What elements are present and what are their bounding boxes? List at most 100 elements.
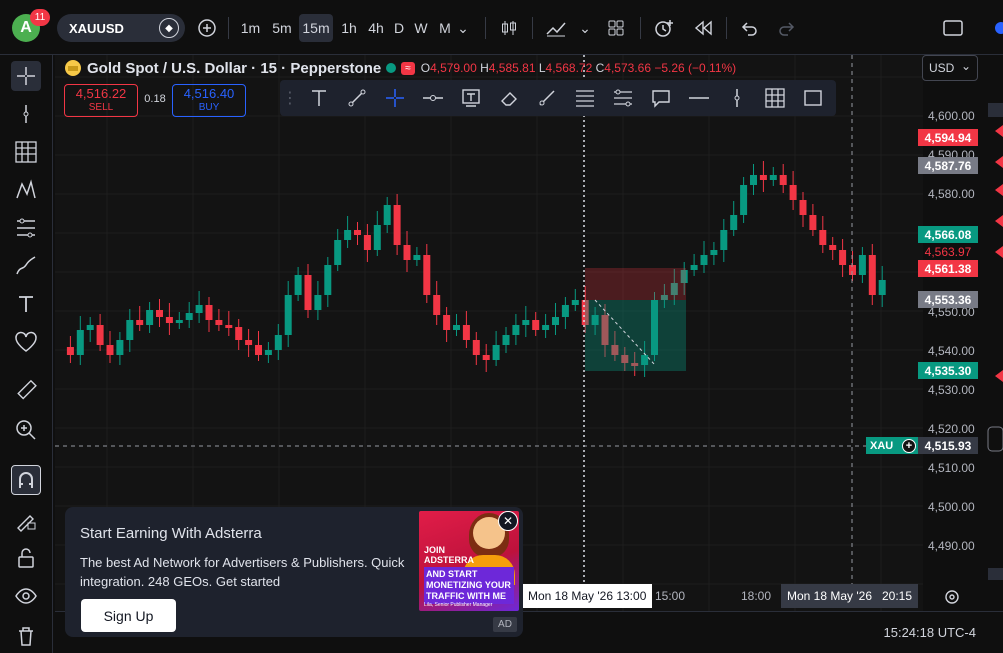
text-box-icon[interactable] <box>452 83 490 113</box>
diamond-icon[interactable]: ◆ <box>159 18 179 38</box>
sell-button[interactable]: 4,516.22 SELL <box>64 84 138 117</box>
candle-body <box>274 335 282 350</box>
symbol-search[interactable]: XAUUSD ◆ <box>57 14 185 42</box>
price-label-close: 4,563.97 <box>924 244 972 259</box>
zoom-in-icon[interactable] <box>11 415 41 445</box>
vertical-line-icon[interactable] <box>718 83 756 113</box>
candle-body <box>215 320 223 325</box>
drag-handle-icon[interactable]: ⋮ <box>280 83 300 113</box>
ad-image-caption: Lila, Senior Publisher Manager <box>424 602 493 608</box>
buy-label: BUY <box>198 102 220 113</box>
candle-body <box>264 350 272 355</box>
sign-up-button[interactable]: Sign Up <box>81 599 176 632</box>
levels-icon[interactable] <box>604 83 642 113</box>
candles-icon[interactable] <box>497 14 521 42</box>
buy-button[interactable]: 4,516.40 BUY <box>172 84 246 117</box>
candle-body <box>819 230 827 245</box>
horizontal-ray-icon[interactable] <box>414 83 452 113</box>
fib-retracement-icon[interactable] <box>566 83 604 113</box>
symbol-name: XAUUSD <box>69 20 124 36</box>
ray-icon[interactable] <box>528 83 566 113</box>
candle-body <box>393 205 401 245</box>
undo-icon[interactable] <box>737 14 761 42</box>
replay-icon[interactable] <box>691 14 715 42</box>
notification-badge: 11 <box>30 9 50 26</box>
ad-tag: AD <box>493 617 517 632</box>
eye-toggle-icon[interactable]: ≈ <box>401 61 415 75</box>
candle-body <box>66 347 74 355</box>
trash-icon[interactable] <box>11 621 41 651</box>
candle-body <box>740 185 748 215</box>
chart-title[interactable]: Gold Spot / U.S. Dollar · 15 · Peppersto… <box>87 60 381 77</box>
pattern-icon[interactable] <box>11 175 41 205</box>
price-label-green: 4,566.08 <box>918 226 978 243</box>
timeframe-1h[interactable]: 1h <box>337 14 361 42</box>
candle-body <box>868 255 876 295</box>
eraser-icon[interactable] <box>490 83 528 113</box>
trend-line-icon[interactable] <box>11 99 41 129</box>
magnet-icon[interactable] <box>11 465 41 495</box>
ad-title: Start Earning With Adsterra <box>80 525 262 542</box>
fib-grid-icon[interactable] <box>11 137 41 167</box>
close-icon[interactable]: ✕ <box>498 511 518 531</box>
add-symbol-icon[interactable] <box>195 14 219 42</box>
candle-body <box>363 235 371 250</box>
add-plus-icon[interactable]: + <box>902 438 916 453</box>
candle-body <box>185 313 193 320</box>
horizontal-line-icon[interactable] <box>680 83 718 113</box>
chevron-down-icon[interactable]: ⌄ <box>577 14 593 42</box>
clock[interactable]: 15:24:18 UTC-4 <box>884 625 977 640</box>
take-profit-zone <box>585 300 686 371</box>
comment-icon[interactable] <box>642 83 680 113</box>
ad-popup[interactable]: Start Earning With Adsterra The best Ad … <box>65 507 523 637</box>
redo-icon[interactable] <box>775 14 799 42</box>
price-label-green: 4,535.30 <box>918 362 978 379</box>
crosshair-icon[interactable] <box>376 83 414 113</box>
rectangle-icon[interactable] <box>794 83 832 113</box>
ruler-icon[interactable] <box>11 375 41 405</box>
unlock-icon[interactable] <box>11 543 41 573</box>
heart-icon[interactable] <box>11 327 41 357</box>
candle-body <box>344 230 352 240</box>
timeframe-15m[interactable]: 15m <box>299 14 333 42</box>
currency-select[interactable]: USD ⌄ <box>922 55 978 81</box>
forecast-icon[interactable] <box>11 213 41 243</box>
eye-icon[interactable] <box>11 581 41 611</box>
market-open-dot <box>386 63 397 73</box>
symbol-tag-text: XAU <box>870 439 894 452</box>
chevron-down-icon[interactable]: ⌄ <box>455 14 471 42</box>
candle-body <box>373 225 381 250</box>
candle-body <box>829 245 837 250</box>
separator <box>228 17 229 39</box>
price-label-red: 4,561.38 <box>918 260 978 277</box>
trend-line-icon[interactable] <box>338 83 376 113</box>
grid-icon[interactable] <box>756 83 794 113</box>
timeframe-m[interactable]: M <box>435 14 455 42</box>
candle-body <box>324 265 332 295</box>
candle-body <box>809 215 817 230</box>
timeframe-5m[interactable]: 5m <box>268 14 296 42</box>
candle-body <box>532 320 540 330</box>
candle-body <box>146 310 154 325</box>
save-icon[interactable] <box>990 16 1003 44</box>
layout-grid-icon[interactable] <box>604 14 628 42</box>
settings-gear-icon[interactable] <box>943 588 961 609</box>
timeframe-1m[interactable]: 1m <box>237 14 264 42</box>
candle-body <box>165 317 173 323</box>
timeframe-w[interactable]: W <box>412 14 430 42</box>
timeframe-4h[interactable]: 4h <box>364 14 388 42</box>
crosshair-icon[interactable] <box>11 61 41 91</box>
candle-body <box>304 275 312 310</box>
brush-icon[interactable] <box>11 251 41 281</box>
alert-clock-icon[interactable] <box>651 14 677 42</box>
indicators-icon[interactable] <box>543 14 569 42</box>
candle-body <box>571 300 579 305</box>
lock-drawing-icon[interactable] <box>11 505 41 535</box>
text-icon[interactable] <box>300 83 338 113</box>
timeframe-d[interactable]: D <box>391 14 407 42</box>
symbol-price-tag: XAU + <box>866 437 918 454</box>
fullscreen-icon[interactable] <box>940 14 966 42</box>
candle-body <box>195 305 203 313</box>
text-tool-icon[interactable] <box>11 289 41 319</box>
candle-body <box>116 340 124 355</box>
